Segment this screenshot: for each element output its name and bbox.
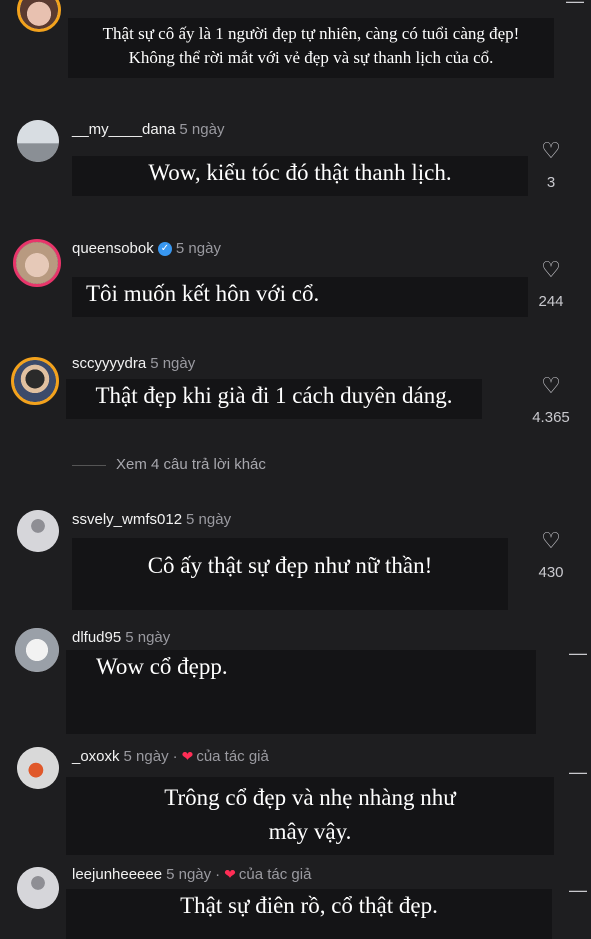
- collapse-dash-icon[interactable]: —: [569, 763, 587, 781]
- heart-outline-icon[interactable]: ♡: [521, 530, 581, 552]
- avatar[interactable]: [17, 0, 61, 32]
- username[interactable]: leejunheeeee: [72, 866, 162, 883]
- comment-text: Tôi muốn kết hôn với cổ.: [72, 277, 528, 317]
- comment-meta: _oxoxk 5 ngày · ❤ của tác giả: [72, 748, 269, 765]
- comment-text-line: Thật sự điên rồ, cổ thật đẹp.: [180, 893, 438, 918]
- like-count: 3: [546, 174, 556, 191]
- avatar[interactable]: [17, 867, 59, 909]
- like-count: 244: [538, 293, 564, 310]
- like-button[interactable]: ♡ 3: [521, 140, 581, 192]
- timestamp: 5 ngày: [166, 866, 212, 883]
- avatar[interactable]: [11, 357, 59, 405]
- comment-meta: queensobok ✓ 5 ngày: [72, 240, 221, 257]
- separator-dot: ·: [215, 866, 221, 883]
- heart-outline-icon[interactable]: ♡: [521, 259, 581, 281]
- timestamp: 5 ngày: [150, 355, 196, 372]
- comment-text: Wow cổ đẹpp.: [66, 650, 536, 734]
- username[interactable]: queensobok: [72, 240, 154, 257]
- collapse-dash-icon[interactable]: —: [566, 0, 584, 10]
- comment-text-line: Cô ấy thật sự đẹp như nữ thần!: [147, 553, 433, 578]
- timestamp: 5 ngày: [179, 121, 225, 138]
- collapse-dash-icon[interactable]: —: [569, 881, 587, 899]
- username[interactable]: _oxoxk: [72, 748, 120, 765]
- red-heart-icon: ❤: [224, 866, 236, 882]
- comment-text-line: Không thể rời mắt với vẻ đẹp và sự thanh…: [128, 48, 494, 67]
- avatar[interactable]: [17, 510, 59, 552]
- username[interactable]: sccyyyydra: [72, 355, 146, 372]
- like-button[interactable]: ♡ 244: [521, 259, 581, 311]
- comment-meta: __my____dana 5 ngày: [72, 121, 224, 138]
- username[interactable]: dlfud95: [72, 629, 121, 646]
- heart-outline-icon[interactable]: ♡: [521, 375, 581, 397]
- comment-meta: leejunheeeee 5 ngày · ❤ của tác giả: [72, 866, 311, 883]
- comment-text: Wow, kiểu tóc đó thật thanh lịch.: [72, 156, 528, 196]
- comment-text-line: mây vậy.: [268, 819, 352, 844]
- verified-badge-icon: ✓: [157, 242, 172, 257]
- author-liked-label: của tác giả: [196, 748, 269, 765]
- comment-text: Cô ấy thật sự đẹp như nữ thần!: [72, 538, 508, 610]
- replies-divider: [72, 464, 106, 466]
- like-button[interactable]: ♡ 430: [521, 530, 581, 582]
- username[interactable]: __my____dana: [72, 121, 175, 138]
- username[interactable]: ssvely_wmfs012: [72, 511, 182, 528]
- comment-meta: sccyyyydra 5 ngày: [72, 355, 195, 372]
- avatar[interactable]: [13, 239, 61, 287]
- like-count: 430: [538, 564, 564, 581]
- comment-text-line: Wow, kiểu tóc đó thật thanh lịch.: [148, 160, 452, 185]
- timestamp: 5 ngày: [123, 748, 169, 765]
- comment-text: Trông cổ đẹp và nhẹ nhàng như mây vậy.: [66, 777, 554, 855]
- timestamp: 5 ngày: [186, 511, 232, 528]
- comment-text-line: Trông cổ đẹp và nhẹ nhàng như: [164, 785, 456, 810]
- collapse-dash-icon[interactable]: —: [569, 644, 587, 662]
- timestamp: 5 ngày: [175, 240, 221, 257]
- comment-meta: ssvely_wmfs012 5 ngày: [72, 511, 231, 528]
- view-more-label[interactable]: Xem 4 câu trả lời khác: [116, 456, 266, 473]
- comment-text: Thật sự cô ấy là 1 người đẹp tự nhiên, c…: [68, 18, 554, 78]
- separator-dot: ·: [172, 748, 178, 765]
- view-more-replies[interactable]: Xem 4 câu trả lời khác: [72, 456, 266, 473]
- comment-text-line: Thật sự cô ấy là 1 người đẹp tự nhiên, c…: [102, 24, 520, 43]
- like-button[interactable]: ♡ 4.365: [521, 375, 581, 427]
- avatar[interactable]: [15, 628, 59, 672]
- heart-outline-icon[interactable]: ♡: [521, 140, 581, 162]
- like-count: 4.365: [532, 409, 570, 426]
- author-liked-label: của tác giả: [238, 866, 312, 883]
- comment-text-line: Tôi muốn kết hôn với cổ.: [86, 281, 320, 306]
- comment-meta: dlfud95 5 ngày: [72, 629, 170, 646]
- timestamp: 5 ngày: [125, 629, 171, 646]
- comment-text: Thật sự điên rồ, cổ thật đẹp.: [66, 889, 552, 939]
- red-heart-icon: ❤: [181, 748, 194, 764]
- avatar[interactable]: [17, 747, 59, 789]
- comment-text-line: Wow cổ đẹpp.: [96, 654, 228, 679]
- avatar[interactable]: [17, 120, 59, 162]
- comment-text-line: Thật đẹp khi già đi 1 cách duyên dáng.: [95, 383, 453, 408]
- comment-text: Thật đẹp khi già đi 1 cách duyên dáng.: [66, 379, 482, 419]
